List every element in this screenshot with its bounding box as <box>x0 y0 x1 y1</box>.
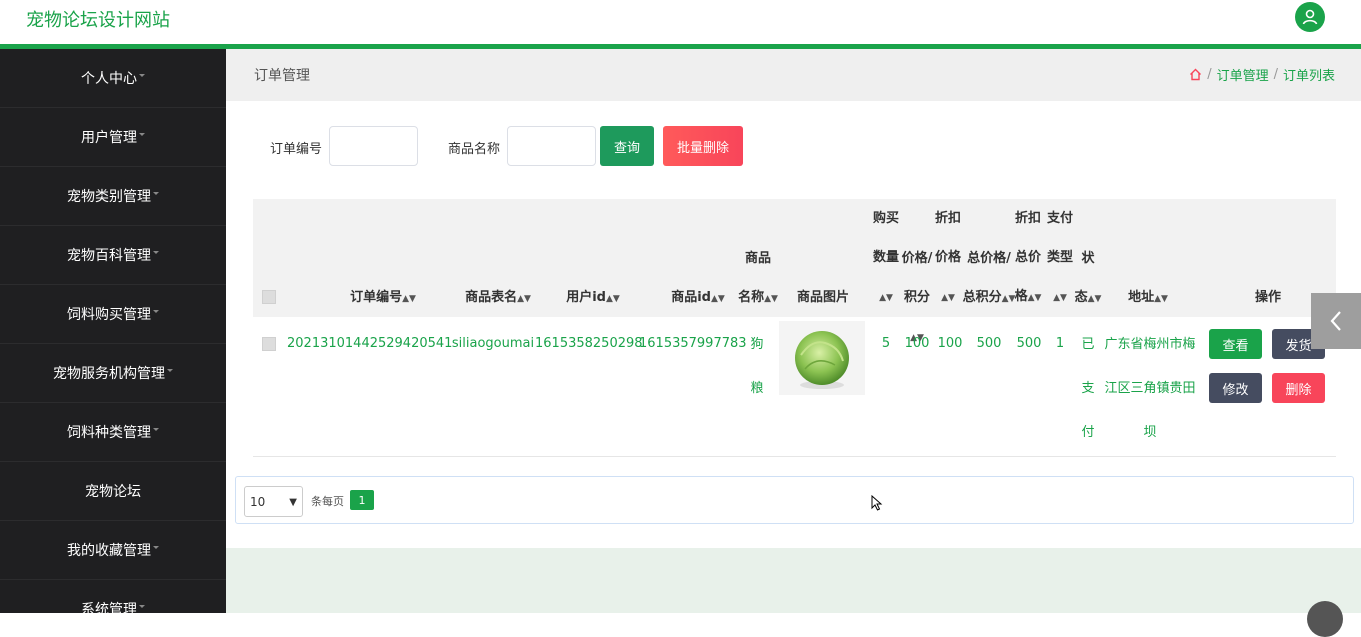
discount-price-cell: 100 <box>937 336 963 351</box>
sort-icon: ▲▼ <box>941 293 955 303</box>
sort-icon: ▲▼ <box>1027 293 1042 303</box>
page-title: 订单管理 <box>254 68 310 84</box>
sidebar-item-pet-forum[interactable]: 宠物论坛 <box>0 462 226 521</box>
chevron-down-icon <box>153 191 159 195</box>
edit-button[interactable]: 修改 <box>1209 373 1262 403</box>
col-user-id[interactable]: 用户id▲▼ <box>553 278 633 319</box>
order-no-cell: 20213101442529420541 <box>287 336 453 351</box>
sort-icon: ▲▼ <box>1087 294 1102 304</box>
col-order-no[interactable]: 订单编号▲▼ <box>323 278 443 319</box>
user-avatar-button[interactable] <box>1295 2 1325 32</box>
price-cell: 100 <box>904 336 930 351</box>
search-bar: 订单编号 商品名称 查询 批量删除 <box>226 125 1361 167</box>
site-title: 宠物论坛设计网站 <box>26 10 170 31</box>
product-id-cell: 1615357997783 <box>639 336 747 351</box>
user-id-cell: 1615358250298 <box>535 336 643 351</box>
chevron-down-icon <box>139 604 145 608</box>
order-no-input[interactable] <box>329 126 418 166</box>
sidebar: 个人中心 用户管理 宠物类别管理 宠物百科管理 饲料购买管理 宠物服务机构管理 … <box>0 49 226 613</box>
col-table-name[interactable]: 商品表名▲▼ <box>448 278 548 319</box>
sidebar-item-feed-type[interactable]: 饲料种类管理 <box>0 403 226 462</box>
home-icon[interactable] <box>1189 68 1202 81</box>
view-button[interactable]: 查看 <box>1209 329 1262 359</box>
page-header: 订单管理 / 订单管理 / 订单列表 <box>226 49 1361 101</box>
sort-icon: ▲▼ <box>605 294 620 304</box>
col-product-image: 商品图片 <box>796 290 849 305</box>
sidebar-item-system-management[interactable]: 系统管理 <box>0 580 226 613</box>
sidebar-item-pet-encyclopedia[interactable]: 宠物百科管理 <box>0 226 226 285</box>
chevron-down-icon <box>139 132 145 136</box>
select-all-checkbox[interactable] <box>262 290 276 304</box>
chevron-down-icon <box>153 545 159 549</box>
delete-button[interactable]: 删除 <box>1272 373 1325 403</box>
order-table: 订单编号▲▼ 商品表名▲▼ 用户id▲▼ 商品id▲▼ 商品 名称▲▼ 商品图片 … <box>253 199 1336 459</box>
chevron-down-icon <box>139 73 145 77</box>
sort-icon: ▲▼ <box>517 294 531 304</box>
table-row: 20213101442529420541 siliaogoumai 161535… <box>253 317 1336 457</box>
col-status[interactable]: 状态▲▼ <box>1073 239 1103 319</box>
address-cell: 广东省梅州市梅 江区三角镇贵田坝 <box>1104 337 1196 440</box>
breadcrumb: / 订单管理 / 订单列表 <box>1189 65 1335 84</box>
quantity-cell: 5 <box>881 336 891 351</box>
order-no-label: 订单编号 <box>270 142 323 157</box>
sort-icon: ▲▼ <box>1053 293 1067 303</box>
batch-delete-button[interactable]: 批量删除 <box>663 126 743 166</box>
sidebar-item-personal-center[interactable]: 个人中心 <box>0 49 226 108</box>
col-total[interactable]: 总价格/总积分▲▼ <box>961 239 1017 319</box>
page-button-1[interactable]: 1 <box>350 490 374 510</box>
sidebar-item-user-management[interactable]: 用户管理 <box>0 108 226 167</box>
query-button[interactable]: 查询 <box>600 126 654 166</box>
mouse-cursor-icon <box>871 495 883 511</box>
discount-total-cell: 500 <box>1016 336 1042 351</box>
table-name-cell: siliaogoumai <box>451 336 535 351</box>
col-actions: 操作 <box>1254 290 1281 305</box>
chevron-down-icon <box>153 250 159 254</box>
sort-icon: ▲▼ <box>764 294 778 304</box>
chevron-left-icon <box>1330 311 1341 331</box>
collapse-side-button[interactable] <box>1311 293 1361 349</box>
sort-icon: ▲▼ <box>1154 294 1168 304</box>
chevron-down-icon: ▼ <box>289 497 297 508</box>
col-pay-type[interactable]: 支付 类型 ▲▼ <box>1045 199 1075 318</box>
top-bar: 宠物论坛设计网站 <box>0 0 1361 49</box>
main-content: 订单管理 / 订单管理 / 订单列表 订单编号 商品名称 查询 批量删除 订单编… <box>226 49 1361 613</box>
pay-type-cell: 1 <box>1055 336 1065 351</box>
back-to-top-button[interactable] <box>1307 601 1343 637</box>
product-name-cell: 狗粮 <box>750 337 764 396</box>
table-header: 订单编号▲▼ 商品表名▲▼ 用户id▲▼ 商品id▲▼ 商品 名称▲▼ 商品图片 … <box>253 199 1336 343</box>
product-name-input[interactable] <box>507 126 596 166</box>
product-image <box>779 321 865 395</box>
sidebar-item-my-favorites[interactable]: 我的收藏管理 <box>0 521 226 580</box>
breadcrumb-order-list: 订单列表 <box>1282 69 1335 84</box>
product-name-label: 商品名称 <box>448 142 501 157</box>
col-product-name[interactable]: 商品 名称▲▼ <box>738 239 778 319</box>
col-discount-total[interactable]: 折扣 总价 格▲▼ <box>1013 199 1043 318</box>
pagination: 10 ▼ 条每页 1 <box>235 476 1354 524</box>
col-discount-price[interactable]: 折扣 价格 ▲▼ <box>933 199 963 318</box>
row-checkbox[interactable] <box>262 337 276 351</box>
per-page-label: 条每页 <box>311 495 344 508</box>
footer-band <box>226 548 1361 613</box>
page-size-select[interactable]: 10 ▼ <box>244 486 303 517</box>
col-address[interactable]: 地址▲▼ <box>1113 278 1183 319</box>
user-icon <box>1302 9 1318 25</box>
sidebar-item-pet-category[interactable]: 宠物类别管理 <box>0 167 226 226</box>
total-cell: 500 <box>976 336 1002 351</box>
status-cell: 已支付 <box>1081 337 1095 440</box>
sidebar-item-pet-service-org[interactable]: 宠物服务机构管理 <box>0 344 226 403</box>
lettuce-image <box>795 331 849 389</box>
chevron-down-icon <box>153 309 159 313</box>
chevron-down-icon <box>167 368 173 372</box>
sidebar-item-feed-purchase[interactable]: 饲料购买管理 <box>0 285 226 344</box>
chevron-down-icon <box>153 427 159 431</box>
col-product-id[interactable]: 商品id▲▼ <box>653 278 743 319</box>
col-quantity[interactable]: 购买 数量 ▲▼ <box>871 199 901 318</box>
sort-icon: ▲▼ <box>402 294 416 304</box>
breadcrumb-order-management[interactable]: 订单管理 <box>1217 65 1269 84</box>
sort-icon: ▲▼ <box>879 293 893 303</box>
sort-icon: ▲▼ <box>710 294 725 304</box>
